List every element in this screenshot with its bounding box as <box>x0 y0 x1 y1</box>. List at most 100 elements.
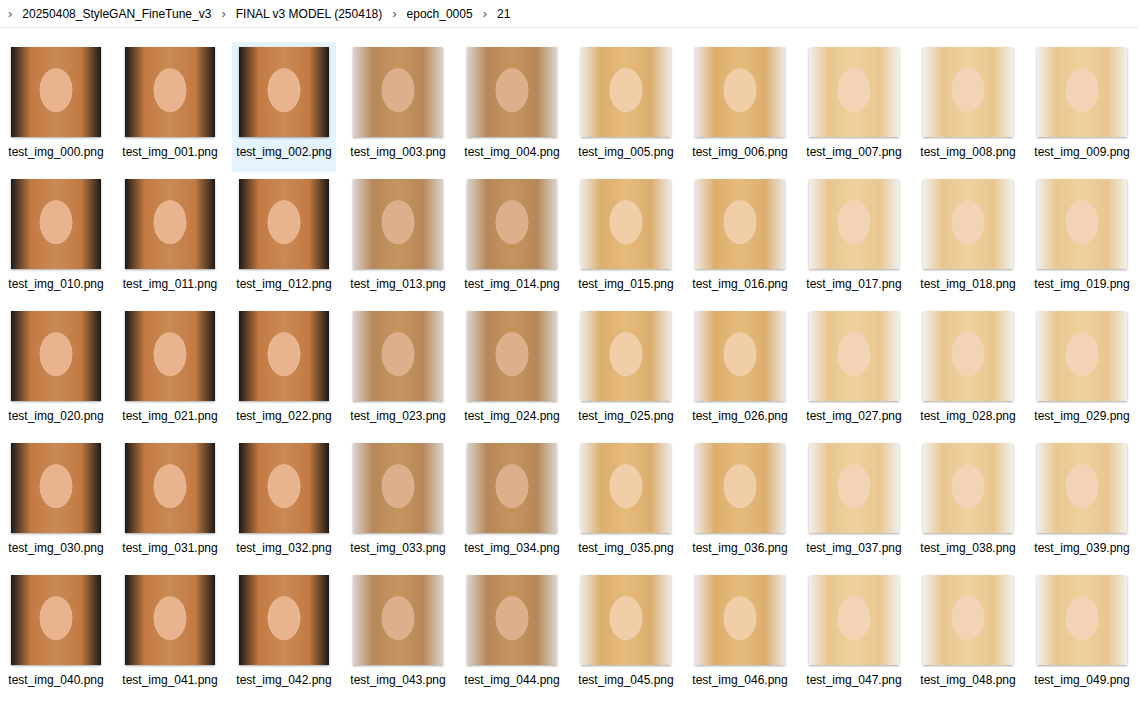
file-item[interactable]: test_img_035.png <box>574 438 678 568</box>
breadcrumb-separator[interactable]: › <box>483 6 487 21</box>
thumbnail[interactable] <box>1037 443 1127 533</box>
file-item[interactable]: test_img_044.png <box>460 570 564 700</box>
thumbnail[interactable] <box>11 443 101 533</box>
thumbnail[interactable] <box>239 311 329 401</box>
file-name[interactable]: test_img_048.png <box>918 673 1018 687</box>
file-item[interactable]: test_img_014.png <box>460 174 564 304</box>
file-item[interactable]: test_img_046.png <box>688 570 792 700</box>
file-name[interactable]: test_img_018.png <box>918 277 1018 291</box>
file-item[interactable]: test_img_037.png <box>802 438 906 568</box>
file-name[interactable]: test_img_007.png <box>804 145 904 159</box>
file-item[interactable]: test_img_030.png <box>4 438 108 568</box>
thumbnail[interactable] <box>1037 47 1127 137</box>
file-name[interactable]: test_img_000.png <box>6 145 106 159</box>
thumbnail[interactable] <box>695 311 785 401</box>
thumbnail[interactable] <box>353 47 443 137</box>
thumbnail[interactable] <box>809 575 899 665</box>
file-name[interactable]: test_img_049.png <box>1032 673 1132 687</box>
thumbnail[interactable] <box>809 47 899 137</box>
file-item[interactable]: test_img_025.png <box>574 306 678 436</box>
file-item[interactable]: test_img_020.png <box>4 306 108 436</box>
thumbnail[interactable] <box>239 47 329 137</box>
thumbnail[interactable] <box>809 311 899 401</box>
thumbnail[interactable] <box>353 443 443 533</box>
file-item[interactable]: test_img_039.png <box>1030 438 1134 568</box>
file-name[interactable]: test_img_033.png <box>348 541 448 555</box>
file-name[interactable]: test_img_040.png <box>6 673 106 687</box>
file-item[interactable]: test_img_043.png <box>346 570 450 700</box>
file-name[interactable]: test_img_013.png <box>348 277 448 291</box>
thumbnail[interactable] <box>125 575 215 665</box>
thumbnail[interactable] <box>353 575 443 665</box>
file-name[interactable]: test_img_008.png <box>918 145 1018 159</box>
file-name[interactable]: test_img_028.png <box>918 409 1018 423</box>
thumbnail[interactable] <box>11 179 101 269</box>
file-item[interactable]: test_img_047.png <box>802 570 906 700</box>
thumbnail[interactable] <box>353 311 443 401</box>
thumbnail[interactable] <box>467 47 557 137</box>
file-item[interactable]: test_img_024.png <box>460 306 564 436</box>
file-name[interactable]: test_img_045.png <box>576 673 676 687</box>
thumbnail[interactable] <box>581 311 671 401</box>
thumbnail[interactable] <box>923 443 1013 533</box>
file-item[interactable]: test_img_032.png <box>232 438 336 568</box>
file-name[interactable]: test_img_005.png <box>576 145 676 159</box>
file-name[interactable]: test_img_038.png <box>918 541 1018 555</box>
file-name[interactable]: test_img_003.png <box>348 145 448 159</box>
thumbnail[interactable] <box>1037 179 1127 269</box>
file-item[interactable]: test_img_003.png <box>346 42 450 172</box>
breadcrumb-separator[interactable]: › <box>8 6 12 21</box>
thumbnail[interactable] <box>11 575 101 665</box>
file-item[interactable]: test_img_049.png <box>1030 570 1134 700</box>
file-name[interactable]: test_img_047.png <box>804 673 904 687</box>
file-item[interactable]: test_img_048.png <box>916 570 1020 700</box>
file-name[interactable]: test_img_044.png <box>462 673 562 687</box>
file-item[interactable]: test_img_042.png <box>232 570 336 700</box>
file-name[interactable]: test_img_015.png <box>576 277 676 291</box>
thumbnail[interactable] <box>923 47 1013 137</box>
thumbnail[interactable] <box>125 311 215 401</box>
thumbnail[interactable] <box>695 443 785 533</box>
thumbnail[interactable] <box>11 311 101 401</box>
file-name[interactable]: test_img_046.png <box>690 673 790 687</box>
file-item[interactable]: test_img_027.png <box>802 306 906 436</box>
file-name[interactable]: test_img_027.png <box>804 409 904 423</box>
thumbnail[interactable] <box>125 47 215 137</box>
file-name[interactable]: test_img_036.png <box>690 541 790 555</box>
file-item[interactable]: test_img_029.png <box>1030 306 1134 436</box>
file-item[interactable]: test_img_015.png <box>574 174 678 304</box>
thumbnail[interactable] <box>1037 311 1127 401</box>
file-item[interactable]: test_img_001.png <box>118 42 222 172</box>
thumbnail[interactable] <box>1037 575 1127 665</box>
file-item[interactable]: test_img_034.png <box>460 438 564 568</box>
breadcrumb-item[interactable]: epoch_0005 <box>405 5 475 23</box>
thumbnail[interactable] <box>695 47 785 137</box>
file-name[interactable]: test_img_022.png <box>234 409 334 423</box>
thumbnail[interactable] <box>923 179 1013 269</box>
file-item[interactable]: test_img_016.png <box>688 174 792 304</box>
file-item[interactable]: test_img_005.png <box>574 42 678 172</box>
file-name[interactable]: test_img_026.png <box>690 409 790 423</box>
file-item[interactable]: test_img_013.png <box>346 174 450 304</box>
thumbnail[interactable] <box>581 575 671 665</box>
file-item[interactable]: test_img_040.png <box>4 570 108 700</box>
file-item[interactable]: test_img_026.png <box>688 306 792 436</box>
file-item[interactable]: test_img_012.png <box>232 174 336 304</box>
file-name[interactable]: test_img_030.png <box>6 541 106 555</box>
file-item[interactable]: test_img_036.png <box>688 438 792 568</box>
file-item[interactable]: test_img_008.png <box>916 42 1020 172</box>
file-name[interactable]: test_img_021.png <box>120 409 220 423</box>
file-item[interactable]: test_img_028.png <box>916 306 1020 436</box>
thumbnail[interactable] <box>467 443 557 533</box>
file-name[interactable]: test_img_016.png <box>690 277 790 291</box>
file-item[interactable]: test_img_017.png <box>802 174 906 304</box>
thumbnail[interactable] <box>125 443 215 533</box>
thumbnail[interactable] <box>695 575 785 665</box>
file-name[interactable]: test_img_010.png <box>6 277 106 291</box>
file-name[interactable]: test_img_037.png <box>804 541 904 555</box>
file-item[interactable]: test_img_045.png <box>574 570 678 700</box>
thumbnail[interactable] <box>581 47 671 137</box>
breadcrumb-separator[interactable]: › <box>392 6 396 21</box>
file-name[interactable]: test_img_025.png <box>576 409 676 423</box>
file-item[interactable]: test_img_019.png <box>1030 174 1134 304</box>
